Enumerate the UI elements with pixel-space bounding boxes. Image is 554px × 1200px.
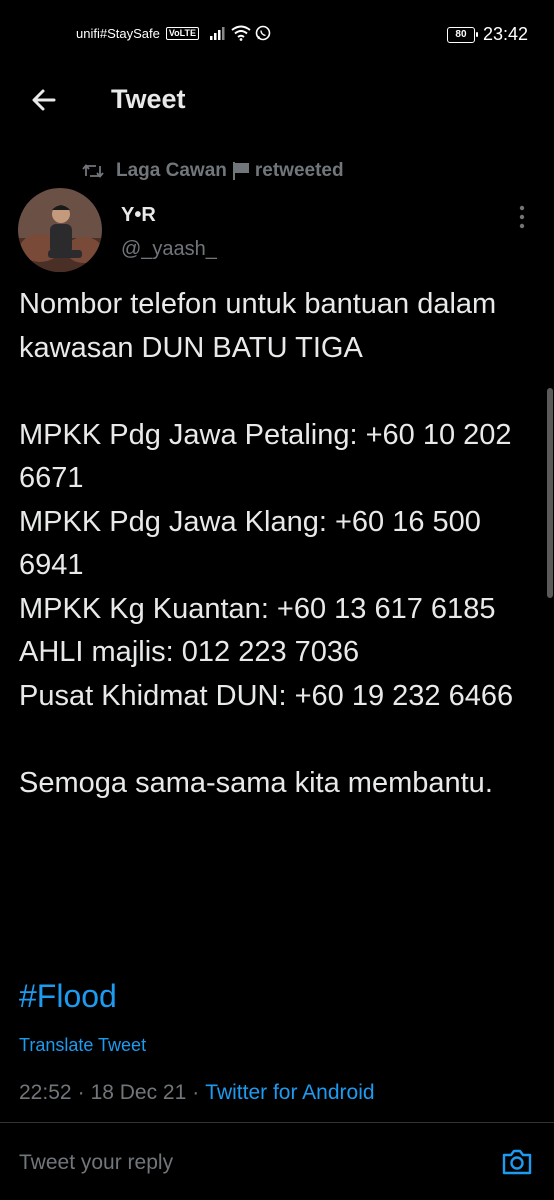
back-button[interactable] xyxy=(28,84,60,116)
top-app-bar: Tweet xyxy=(0,70,554,128)
tweet-time: 22:52 xyxy=(19,1081,72,1104)
avatar[interactable] xyxy=(18,188,102,272)
retweet-context[interactable]: Laga Cawan retweeted xyxy=(82,160,344,182)
arrow-left-icon xyxy=(32,89,56,111)
retweeted-label: retweeted xyxy=(254,160,344,181)
more-options-button[interactable] xyxy=(510,203,534,233)
reply-input[interactable] xyxy=(19,1145,469,1181)
wifi-icon xyxy=(231,25,251,41)
author-name[interactable]: Y•R xyxy=(121,204,156,227)
avatar-photo xyxy=(18,188,102,272)
tweet-date: 18 Dec 21 xyxy=(90,1081,187,1104)
scrollbar[interactable] xyxy=(547,388,553,598)
page-title: Tweet xyxy=(111,84,186,114)
tweet-source-link[interactable]: Twitter for Android xyxy=(205,1081,374,1105)
meta-separator: · xyxy=(77,1081,85,1104)
translate-tweet-link[interactable]: Translate Tweet xyxy=(19,1035,146,1056)
camera-button[interactable] xyxy=(500,1145,534,1179)
volte-badge: VoLTE xyxy=(165,26,200,40)
battery-icon: 80 xyxy=(446,26,478,43)
more-vertical-icon xyxy=(519,205,525,229)
author-handle[interactable]: @_yaash_ xyxy=(121,238,217,261)
reply-bar xyxy=(0,1123,554,1200)
status-bar: unifi#StaySafe VoLTE 80 23:42 xyxy=(0,0,554,70)
status-left: unifi#StaySafe VoLTE xyxy=(76,25,271,41)
tweet-text: Nombor telefon untuk bantuan dalam kawas… xyxy=(19,288,514,799)
meta-separator: · xyxy=(192,1081,200,1104)
flag-icon xyxy=(232,162,249,180)
retweet-icon xyxy=(82,164,104,178)
clock: 23:42 xyxy=(482,24,528,44)
signal-icon xyxy=(210,27,225,40)
retweeter-name: Laga Cawan xyxy=(116,160,227,181)
status-right: 80 23:42 xyxy=(446,24,528,45)
carrier-label: unifi#StaySafe xyxy=(76,25,160,41)
whatsapp-icon xyxy=(255,25,271,41)
battery-level: 80 xyxy=(455,29,467,40)
hashtag-link[interactable]: #Flood xyxy=(19,978,117,1015)
camera-icon xyxy=(502,1149,532,1175)
tweet-meta: 22:52 · 18 Dec 21 · Twitter for Android xyxy=(19,1081,375,1105)
